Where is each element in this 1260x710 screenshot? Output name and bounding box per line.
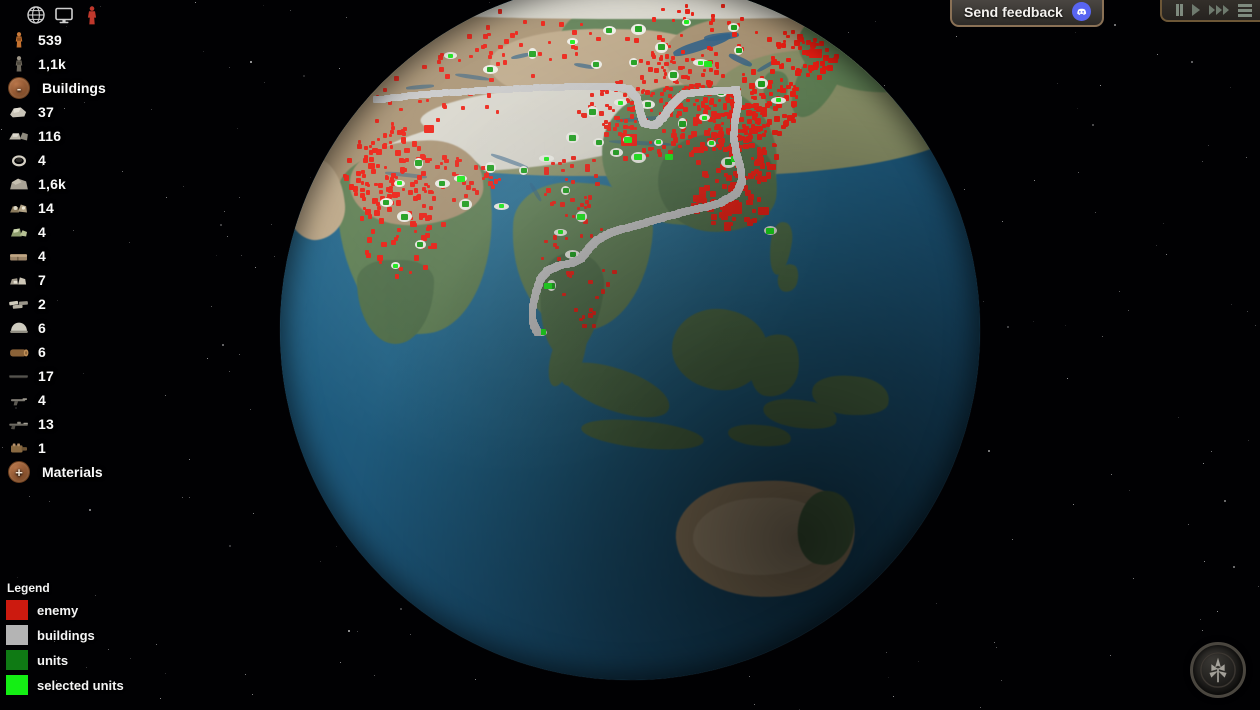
fast-forward-button[interactable] (1209, 5, 1229, 15)
brick-icon (6, 246, 32, 266)
legend-title: Legend (7, 581, 50, 595)
rubble-icon (6, 126, 32, 146)
resource-value: 13 (38, 416, 54, 432)
resource-row[interactable]: 116 (4, 124, 190, 148)
compass-dial[interactable] (1190, 642, 1246, 698)
resource-row[interactable]: 4 (4, 388, 190, 412)
gravel-icon (6, 270, 32, 290)
materials-coin-icon: + (6, 461, 32, 483)
resource-value: 6 (38, 320, 46, 336)
legend-item: enemy (6, 600, 124, 620)
resource-row[interactable]: 37 (4, 100, 190, 124)
resource-row[interactable]: + Materials (4, 460, 190, 484)
legend: Legend enemy buildings units selected units (6, 581, 124, 700)
legend-swatch (6, 600, 28, 620)
legend-rows: enemy buildings units selected units (6, 600, 124, 695)
log-icon (6, 342, 32, 362)
resource-row[interactable]: 2 (4, 292, 190, 316)
resource-label: Buildings (42, 80, 106, 96)
resource-row[interactable]: 6 (4, 316, 190, 340)
legend-swatch (6, 625, 28, 645)
resource-row[interactable]: 4 (4, 244, 190, 268)
resource-value: 116 (38, 128, 62, 144)
resource-row[interactable]: 1 (4, 436, 190, 460)
resource-value: 2 (38, 296, 46, 312)
resource-value: 4 (38, 152, 46, 168)
legend-item: selected units (6, 675, 124, 695)
legend-item: units (6, 650, 124, 670)
resource-value: 4 (38, 392, 46, 408)
red-figure-icon[interactable] (82, 5, 102, 25)
ore-cluster-icon (6, 198, 32, 218)
menu-button[interactable] (1238, 3, 1252, 17)
legend-swatch (6, 650, 28, 670)
resource-row[interactable]: 539 (4, 28, 190, 52)
send-feedback-label: Send feedback (964, 3, 1063, 20)
resource-value: 539 (38, 32, 62, 48)
legend-label: selected units (37, 677, 124, 693)
pause-button[interactable] (1176, 4, 1183, 16)
resource-value: 4 (38, 224, 46, 240)
resource-row[interactable]: 7 (4, 268, 190, 292)
soldier-orange-icon (6, 30, 32, 50)
rifle-icon (6, 414, 32, 434)
resource-value: 1,1k (38, 56, 67, 72)
boulder-icon (6, 174, 32, 194)
resource-row[interactable]: 1,6k (4, 172, 190, 196)
resource-row[interactable]: 14 (4, 196, 190, 220)
legend-label: buildings (37, 627, 95, 643)
resource-value: 6 (38, 344, 46, 360)
resource-row[interactable]: 13 (4, 412, 190, 436)
resource-value: 4 (38, 248, 46, 264)
buildings-coin-icon: - (6, 77, 32, 99)
ring-icon (6, 150, 32, 170)
resource-label: Materials (42, 464, 103, 480)
monitor-icon[interactable] (54, 5, 74, 25)
ammo-crate-icon (6, 294, 32, 314)
globe-viewport[interactable] (280, 0, 980, 680)
play-button[interactable] (1192, 4, 1200, 16)
stone-icon (6, 102, 32, 122)
resource-value: 17 (38, 368, 54, 384)
resource-value: 37 (38, 104, 54, 120)
pistol-icon (6, 390, 32, 410)
view-mode-icons (4, 4, 190, 26)
resource-value: 1 (38, 440, 46, 456)
soldier-grey-icon (6, 54, 32, 74)
discord-icon[interactable] (1071, 2, 1091, 21)
resource-row[interactable]: - Buildings (4, 76, 190, 100)
resource-row[interactable]: 4 (4, 220, 190, 244)
globe-icon[interactable] (26, 5, 46, 25)
resource-value: 7 (38, 272, 46, 288)
legend-label: units (37, 652, 69, 668)
rod-icon (6, 366, 32, 386)
send-feedback-button[interactable]: Send feedback (950, 0, 1104, 27)
legend-label: enemy (37, 602, 79, 618)
earth-globe[interactable] (280, 0, 980, 680)
resource-row[interactable]: 4 (4, 148, 190, 172)
green-mineral-icon (6, 222, 32, 242)
resource-value: 14 (38, 200, 54, 216)
resource-row[interactable]: 6 (4, 340, 190, 364)
speed-control-bar (1160, 0, 1260, 22)
engine-icon (6, 438, 32, 458)
legend-item: buildings (6, 625, 124, 645)
resource-row[interactable]: 1,1k (4, 52, 190, 76)
resource-value: 1,6k (38, 176, 67, 192)
legend-swatch (6, 675, 28, 695)
resource-hud: 539 1,1k - Buildings 37 116 4 1,6k 14 4 4 7 2 6 6 17 4 13… (0, 0, 190, 484)
helmet-icon (6, 318, 32, 338)
game-screen: 539 1,1k - Buildings 37 116 4 1,6k 14 4 4 7 2 6 6 17 4 13… (0, 0, 1260, 710)
resource-list: 539 1,1k - Buildings 37 116 4 1,6k 14 4 4 7 2 6 6 17 4 13… (4, 28, 190, 484)
resource-row[interactable]: 17 (4, 364, 190, 388)
